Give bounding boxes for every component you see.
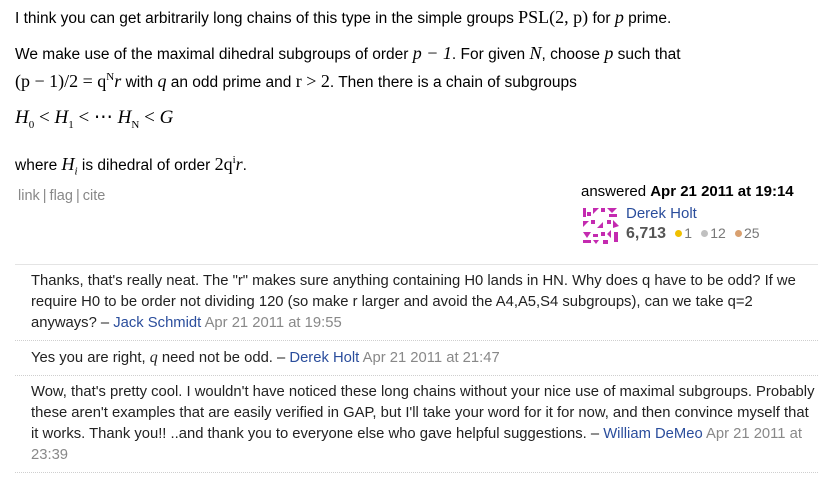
comment-date[interactable]: Apr 21 2011 at 19:55	[205, 315, 342, 331]
math-G: G	[159, 107, 174, 128]
comment: Thanks, that's really neat. The "r" make…	[15, 265, 818, 341]
math-r-gt-2: r > 2	[295, 71, 330, 91]
math-p: p	[614, 7, 624, 27]
answer-paragraph-2: We make use of the maximal dihedral subg…	[15, 42, 815, 94]
cite-link[interactable]: cite	[83, 188, 106, 204]
answer-paragraph-3: where Hi is dihedral of order 2qir.	[15, 149, 815, 184]
answer-text: I think you can get arbitrarily long cha…	[15, 10, 519, 27]
user-row: Derek Holt 6,713 1 12 25	[581, 205, 817, 249]
math-q: q	[149, 349, 158, 366]
math-op: <	[34, 107, 55, 128]
answered-label: answered	[581, 183, 647, 200]
answer-text: . For given	[451, 46, 530, 63]
flag-link[interactable]: flag	[50, 188, 73, 204]
answer-text: where	[15, 156, 62, 174]
math-p: p	[604, 43, 614, 63]
link-link[interactable]: link	[18, 188, 40, 204]
math-lhs: (p − 1)/2 = q	[15, 71, 107, 91]
math-H: H	[54, 107, 69, 128]
math-N: N	[529, 43, 542, 63]
math-equation: (p − 1)/2 = qNr	[15, 71, 121, 91]
answer-text: with	[121, 74, 158, 91]
math-H-i: Hi	[61, 153, 78, 178]
math-order: 2qir	[215, 154, 243, 174]
silver-badge-count: 12	[710, 225, 726, 241]
comment: Yes you are right, q need not be odd. – …	[15, 341, 818, 376]
answer-text: We make use of the maximal dihedral subg…	[15, 46, 413, 63]
answer-body: I think you can get arbitrarily long cha…	[15, 6, 815, 195]
answer-paragraph-1: I think you can get arbitrarily long cha…	[15, 6, 815, 30]
comment-user-link[interactable]: William DeMeo	[603, 426, 702, 442]
answer-text: .	[242, 156, 247, 174]
math-op: <	[139, 107, 160, 128]
reputation-row: 6,713 1 12 25	[626, 225, 760, 243]
comment-date[interactable]: Apr 21 2011 at 21:47	[363, 350, 500, 366]
comments-list: Thanks, that's really neat. The "r" make…	[15, 264, 818, 473]
answer-text: , choose	[541, 46, 605, 63]
answer-text: for	[588, 10, 615, 27]
comment: Wow, that's pretty cool. I wouldn't have…	[15, 376, 818, 473]
gold-badge-count: 1	[684, 225, 693, 241]
bronze-badge-icon	[734, 229, 742, 237]
display-math-chain: H0 < H1 < ⋯ HN < G	[15, 106, 815, 137]
answer-text: . Then there is a chain of subgroups	[329, 74, 577, 91]
math-H: H	[117, 107, 132, 128]
answered-date: Apr 21 2011 at 19:14	[650, 183, 794, 200]
menu-separator: |	[75, 188, 80, 204]
answer-author-link[interactable]: Derek Holt	[626, 205, 697, 222]
comment-text: Yes you are right,	[31, 350, 150, 366]
answer-text: such that	[613, 46, 681, 63]
comment-dash: –	[586, 426, 604, 442]
math-psl: PSL(2, p)	[518, 7, 589, 27]
bronze-badge-count: 25	[743, 225, 760, 241]
math-2q: 2q	[214, 153, 233, 174]
comment-dash: –	[96, 315, 114, 331]
answer-text: prime.	[623, 10, 672, 27]
gold-badge-icon	[675, 229, 683, 237]
silver-badge-icon	[701, 229, 709, 237]
comment-user-link[interactable]: Derek Holt	[289, 350, 359, 366]
menu-separator: |	[42, 188, 47, 204]
comment-dash: –	[272, 350, 290, 366]
user-card: answered Apr 21 2011 at 19:14 Derek Holt…	[581, 182, 817, 249]
reputation-score: 6,713	[626, 225, 667, 242]
answer-text: an odd prime and	[166, 74, 296, 91]
identicon-icon[interactable]	[581, 206, 621, 246]
comment-text: need not be odd.	[157, 350, 273, 366]
comment-user-link[interactable]: Jack Schmidt	[113, 315, 201, 331]
math-r: r	[235, 153, 243, 174]
math-op: < ⋯	[73, 107, 118, 128]
post-menu: link | flag | cite	[18, 188, 105, 204]
math-p-minus-1: p − 1	[412, 43, 452, 63]
math-H: H	[61, 153, 75, 174]
answer-text: is dihedral of order	[77, 156, 215, 174]
answered-info: answered Apr 21 2011 at 19:14	[581, 182, 817, 202]
math-H: H	[15, 107, 29, 128]
